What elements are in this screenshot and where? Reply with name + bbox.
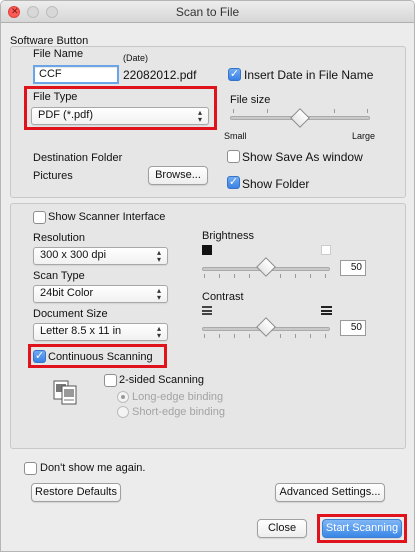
resolution-label: Resolution: [33, 232, 85, 244]
brightness-tick: [204, 274, 205, 278]
dont-show-checkbox[interactable]: [24, 462, 37, 475]
contrast-tick: [280, 334, 281, 338]
two-sided-scanning-checkbox[interactable]: [104, 374, 117, 387]
file-size-tick: [233, 109, 234, 113]
contrast-tick: [325, 334, 326, 338]
date-label: (Date): [123, 53, 149, 63]
show-folder-checkbox[interactable]: ✓: [227, 176, 240, 189]
close-button[interactable]: Close: [257, 519, 307, 538]
select-arrows-icon: ▴ ▾: [156, 286, 161, 302]
scan-type-select[interactable]: 24bit Color ▴ ▾: [33, 285, 168, 303]
show-scanner-interface-label: Show Scanner Interface: [48, 211, 166, 223]
file-name-input[interactable]: CCF: [33, 65, 119, 84]
file-size-small-label: Small: [224, 131, 247, 141]
contrast-value-field[interactable]: 50: [340, 320, 366, 336]
short-edge-radio[interactable]: [117, 406, 129, 418]
show-folder-label: Show Folder: [242, 177, 310, 191]
long-edge-label: Long-edge binding: [132, 391, 224, 403]
document-size-label: Document Size: [33, 308, 108, 320]
brightness-tick: [310, 274, 311, 278]
brightness-light-icon: [321, 245, 331, 255]
file-name-preview: 22082012.pdf: [123, 68, 197, 82]
scan-to-file-window: Scan to File Software Button File Name (…: [0, 0, 415, 552]
brightness-tick: [295, 274, 296, 278]
resolution-value: 300 x 300 dpi: [40, 249, 107, 261]
contrast-label: Contrast: [202, 291, 244, 303]
file-name-label: File Name: [33, 48, 84, 60]
file-size-large-label: Large: [352, 131, 376, 141]
show-scanner-interface-checkbox[interactable]: [33, 211, 46, 224]
contrast-tick: [204, 334, 205, 338]
file-size-tick: [334, 109, 335, 113]
brightness-tick: [249, 274, 250, 278]
contrast-tick: [234, 334, 235, 338]
brightness-dark-icon: [202, 245, 212, 255]
continuous-scanning-highlight: [28, 344, 167, 368]
brightness-label: Brightness: [202, 230, 254, 242]
duplex-document-icon: [53, 380, 78, 405]
brightness-tick: [325, 274, 326, 278]
restore-defaults-button[interactable]: Restore Defaults: [31, 483, 121, 502]
contrast-tick: [219, 334, 220, 338]
two-sided-scanning-label: 2-sided Scanning: [119, 374, 205, 386]
show-save-as-checkbox[interactable]: [227, 150, 240, 163]
scan-type-value: 24bit Color: [40, 287, 94, 299]
insert-date-checkbox[interactable]: ✓: [228, 68, 241, 81]
scan-type-label: Scan Type: [33, 270, 85, 282]
contrast-tick: [249, 334, 250, 338]
title-bar: Scan to File: [1, 1, 414, 23]
long-edge-radio[interactable]: [117, 391, 129, 403]
document-size-select[interactable]: Letter 8.5 x 11 in ▴ ▾: [33, 323, 168, 341]
contrast-tick: [295, 334, 296, 338]
show-save-as-label: Show Save As window: [242, 150, 363, 164]
advanced-settings-button[interactable]: Advanced Settings...: [275, 483, 385, 502]
short-edge-label: Short-edge binding: [132, 406, 225, 418]
brightness-tick: [280, 274, 281, 278]
resolution-select[interactable]: 300 x 300 dpi ▴ ▾: [33, 247, 168, 265]
browse-button[interactable]: Browse...: [148, 166, 208, 185]
file-size-label: File size: [230, 94, 271, 106]
start-scanning-highlight: [317, 514, 407, 543]
file-size-tick: [267, 109, 268, 113]
dont-show-label: Don't show me again.: [40, 462, 146, 474]
select-arrows-icon: ▴ ▾: [156, 324, 161, 340]
window-title: Scan to File: [175, 5, 240, 19]
insert-date-label: Insert Date in File Name: [244, 68, 374, 82]
file-type-highlight: [24, 86, 217, 130]
contrast-tick: [310, 334, 311, 338]
document-size-value: Letter 8.5 x 11 in: [40, 325, 122, 337]
file-size-tick: [367, 109, 368, 113]
brightness-value-field[interactable]: 50: [340, 260, 366, 276]
select-arrows-icon: ▴ ▾: [156, 248, 161, 264]
destination-folder-label: Destination Folder: [33, 152, 123, 164]
destination-folder-value: Pictures: [33, 170, 73, 182]
brightness-tick: [219, 274, 220, 278]
brightness-tick: [234, 274, 235, 278]
contrast-high-icon: [321, 306, 332, 315]
contrast-low-icon: [202, 306, 212, 315]
